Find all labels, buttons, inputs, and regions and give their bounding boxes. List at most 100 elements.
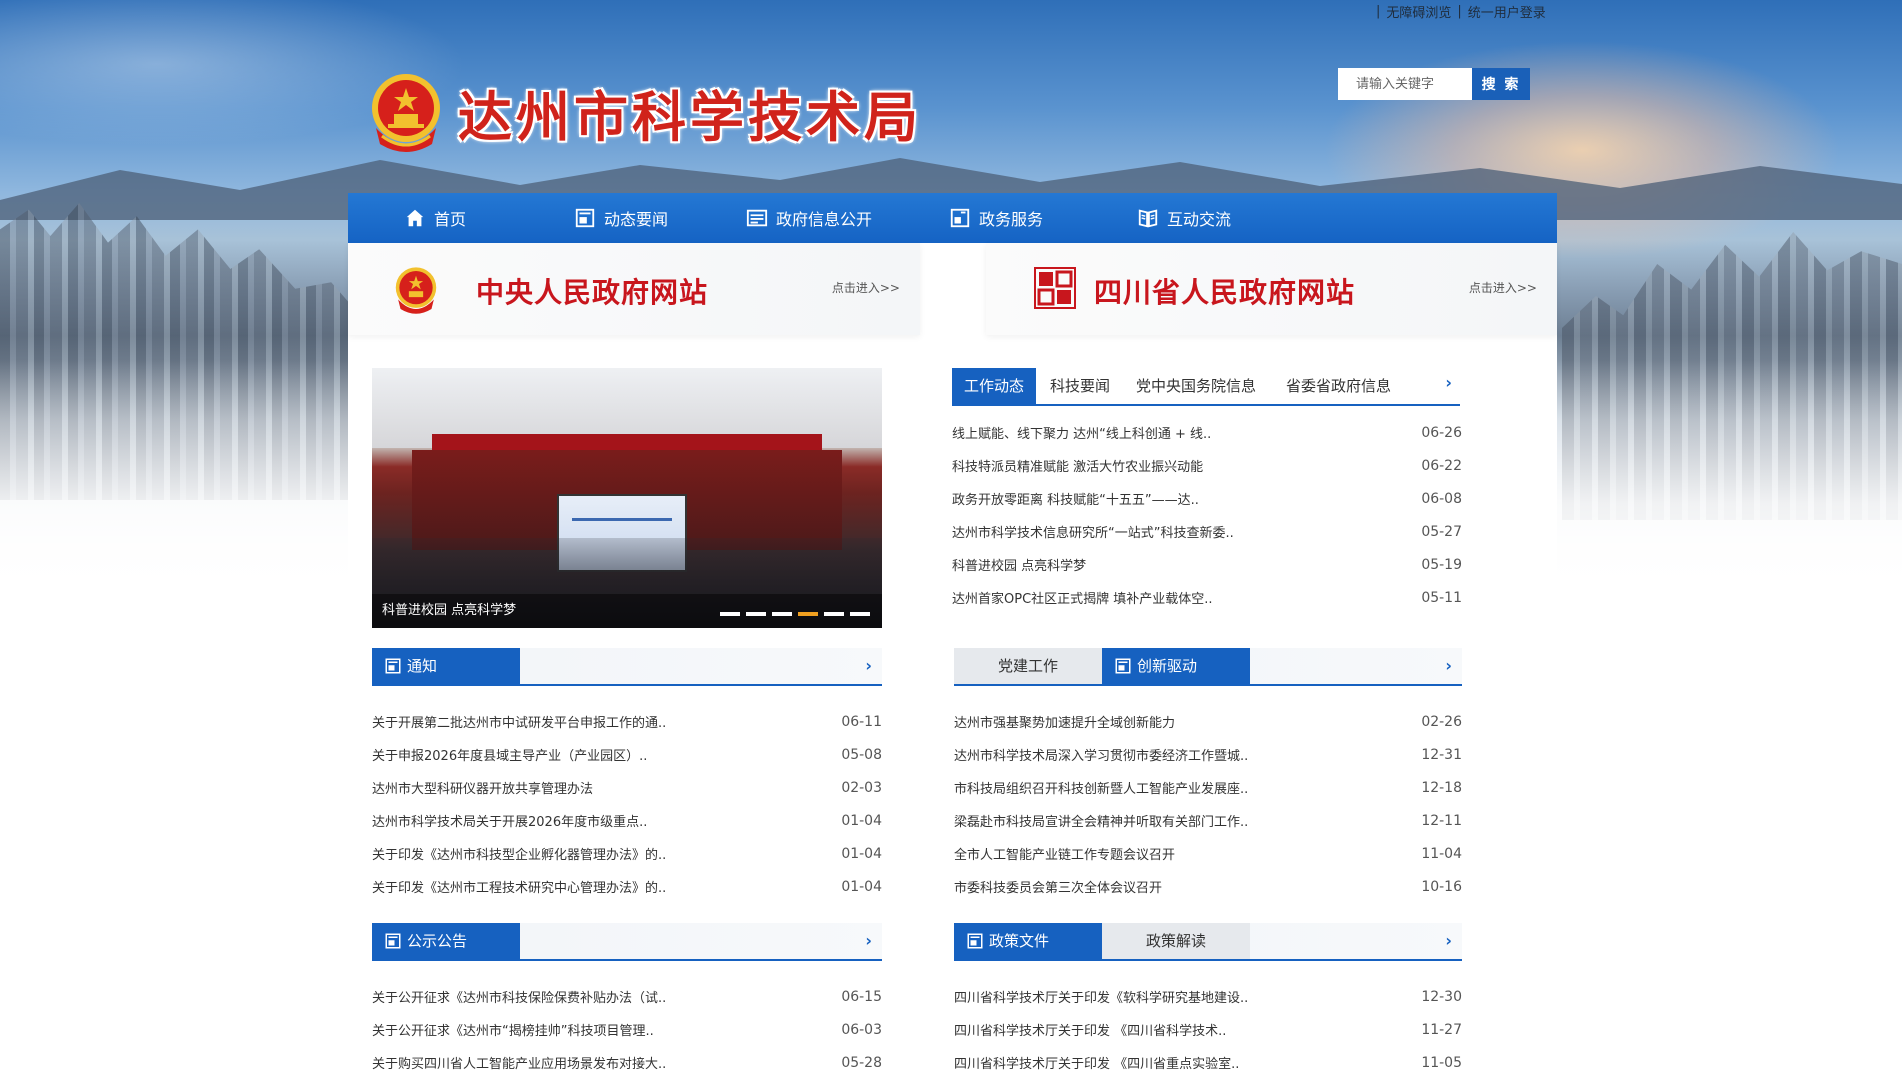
tab-work-dynamics[interactable]: 工作动态 <box>952 368 1037 404</box>
policy-list: 四川省科学技术厅关于印发《软科学研究基地建设.. 12-30 四川省科学技术厅关于印… <box>954 980 1462 1079</box>
list-item-date: 11-04 <box>1421 845 1462 862</box>
chevron-right-icon[interactable]: › <box>1445 931 1452 950</box>
list-item-title[interactable]: 达州首家OPC社区正式揭牌 填补产业载体空.. <box>952 588 1213 607</box>
login-link[interactable]: 统一用户登录 <box>1468 2 1546 21</box>
list-item[interactable]: 达州首家OPC社区正式揭牌 填补产业载体空.. 05-11 <box>952 581 1462 614</box>
list-item-date: 01-04 <box>841 878 882 895</box>
list-item-title[interactable]: 关于公开征求《达州市科技保险保费补贴办法（试.. <box>372 987 666 1006</box>
list-item[interactable]: 线上赋能、线下聚力 达州“线上科创通 + 线.. 06-26 <box>952 416 1462 449</box>
list-item[interactable]: 全市人工智能产业链工作专题会议召开 11-04 <box>954 837 1462 870</box>
list-item-title[interactable]: 全市人工智能产业链工作专题会议召开 <box>954 844 1175 863</box>
nav-item-info-disclosure[interactable]: 政府信息公开 <box>746 193 949 243</box>
search-input[interactable] <box>1338 68 1472 100</box>
tab-notice[interactable]: 通知 <box>372 648 520 684</box>
tab-policy-interpretation-label: 政策解读 <box>1145 932 1206 950</box>
list-item-title[interactable]: 科技特派员精准赋能 激活大竹农业振兴动能 <box>952 456 1203 475</box>
list-item-title[interactable]: 关于公开征求《达州市“揭榜挂帅”科技项目管理.. <box>372 1020 654 1039</box>
list-item-date: 05-19 <box>1421 556 1462 573</box>
list-item[interactable]: 科技特派员精准赋能 激活大竹农业振兴动能 06-22 <box>952 449 1462 482</box>
accessibility-link[interactable]: 无障碍浏览 <box>1386 2 1451 21</box>
list-item-title[interactable]: 达州市强基聚势加速提升全域创新能力 <box>954 712 1175 731</box>
tab-tech-news[interactable]: 科技要闻 <box>1038 368 1122 404</box>
list-item-title[interactable]: 达州市大型科研仪器开放共享管理办法 <box>372 778 593 797</box>
slide-dot[interactable] <box>850 612 870 616</box>
list-item[interactable]: 达州市大型科研仪器开放共享管理办法 02-03 <box>372 771 882 804</box>
list-item[interactable]: 梁磊赴市科技局宣讲全会精神并听取有关部门工作.. 12-11 <box>954 804 1462 837</box>
site-logo[interactable]: 达州市科学技术局 <box>368 70 922 154</box>
tab-party-building[interactable]: 党建工作 <box>954 648 1102 684</box>
tab-central-info[interactable]: 党中央国务院信息 <box>1124 368 1268 404</box>
list-item-title[interactable]: 达州市科学技术局关于开展2026年度市级重点.. <box>372 811 647 830</box>
nav-item-news[interactable]: 动态要闻 <box>574 193 746 243</box>
list-item-date: 05-27 <box>1421 523 1462 540</box>
list-item-date: 06-26 <box>1421 424 1462 441</box>
slide-dot[interactable] <box>746 612 766 616</box>
news-icon <box>575 208 595 228</box>
list-item-title[interactable]: 政务开放零距离 科技赋能“十五五”——达.. <box>952 489 1199 508</box>
nav-item-home[interactable]: 首页 <box>404 193 574 243</box>
sichuan-gov-title: 四川省人民政府网站 <box>1094 276 1356 309</box>
list-item-title[interactable]: 线上赋能、线下聚力 达州“线上科创通 + 线.. <box>952 423 1211 442</box>
photo-slideshow[interactable]: 科普进校园 点亮科学梦 <box>372 368 882 628</box>
list-item[interactable]: 关于公开征求《达州市科技保险保费补贴办法（试.. 06-15 <box>372 980 882 1013</box>
tab-party-building-label: 党建工作 <box>997 657 1058 675</box>
slide-dot[interactable] <box>798 612 818 616</box>
nav-label: 互动交流 <box>1167 210 1232 229</box>
list-item-title[interactable]: 关于购买四川省人工智能产业应用场景发布对接大.. <box>372 1053 666 1072</box>
list-item[interactable]: 四川省科学技术厅关于印发《软科学研究基地建设.. 12-30 <box>954 980 1462 1013</box>
list-item-title[interactable]: 达州市科学技术局深入学习贯彻市委经济工作暨城.. <box>954 745 1248 764</box>
list-item-title[interactable]: 四川省科学技术厅关于印发 《四川省科学技术.. <box>954 1020 1226 1039</box>
list-item-date: 06-03 <box>841 1021 882 1038</box>
enter-link[interactable]: 点击进入>> <box>832 279 900 296</box>
list-item[interactable]: 四川省科学技术厅关于印发 《四川省重点实验室.. 11-05 <box>954 1046 1462 1079</box>
list-item-title[interactable]: 科普进校园 点亮科学梦 <box>952 555 1086 574</box>
list-item-title[interactable]: 市科技局组织召开科技创新暨人工智能产业发展座.. <box>954 778 1248 797</box>
nav-label: 政务服务 <box>979 210 1044 229</box>
slide-dot[interactable] <box>720 612 740 616</box>
chevron-right-icon[interactable]: › <box>1445 656 1452 675</box>
list-item[interactable]: 达州市强基聚势加速提升全域创新能力 02-26 <box>954 705 1462 738</box>
list-item[interactable]: 四川省科学技术厅关于印发 《四川省科学技术.. 11-27 <box>954 1013 1462 1046</box>
list-item-title[interactable]: 梁磊赴市科技局宣讲全会精神并听取有关部门工作.. <box>954 811 1248 830</box>
tab-innovation[interactable]: 创新驱动 <box>1102 648 1250 684</box>
chevron-right-icon[interactable]: › <box>1445 373 1452 392</box>
list-item-title[interactable]: 关于印发《达州市科技型企业孵化器管理办法》的.. <box>372 844 666 863</box>
innovation-header: 党建工作 创新驱动 › <box>954 648 1462 686</box>
tab-announcement[interactable]: 公示公告 <box>372 923 520 959</box>
list-item[interactable]: 关于公开征求《达州市“揭榜挂帅”科技项目管理.. 06-03 <box>372 1013 882 1046</box>
slide-dot[interactable] <box>772 612 792 616</box>
list-item[interactable]: 关于申报2026年度县域主导产业（产业园区）.. 05-08 <box>372 738 882 771</box>
tab-policy-interpretation[interactable]: 政策解读 <box>1102 923 1250 959</box>
list-item-title[interactable]: 四川省科学技术厅关于印发《软科学研究基地建设.. <box>954 987 1248 1006</box>
list-item[interactable]: 达州市科学技术局深入学习贯彻市委经济工作暨城.. 12-31 <box>954 738 1462 771</box>
list-item[interactable]: 关于印发《达州市科技型企业孵化器管理办法》的.. 01-04 <box>372 837 882 870</box>
book-icon <box>1138 209 1158 228</box>
slide-dot[interactable] <box>824 612 844 616</box>
tab-policy-documents[interactable]: 政策文件 <box>954 923 1102 959</box>
nav-item-interaction[interactable]: 互动交流 <box>1137 193 1297 243</box>
list-item-title[interactable]: 四川省科学技术厅关于印发 《四川省重点实验室.. <box>954 1053 1239 1072</box>
sichuan-gov-link[interactable]: 四川省人民政府网站 点击进入>> <box>986 243 1557 335</box>
tab-provincial-info[interactable]: 省委省政府信息 <box>1274 368 1403 404</box>
search-button[interactable]: 搜 索 <box>1472 68 1530 100</box>
list-item-title[interactable]: 关于申报2026年度县域主导产业（产业园区）.. <box>372 745 647 764</box>
list-item-title[interactable]: 关于印发《达州市工程技术研究中心管理办法》的.. <box>372 877 666 896</box>
list-item[interactable]: 市科技局组织召开科技创新暨人工智能产业发展座.. 12-18 <box>954 771 1462 804</box>
list-item-title[interactable]: 达州市科学技术信息研究所“一站式”科技查新委.. <box>952 522 1234 541</box>
enter-link[interactable]: 点击进入>> <box>1469 279 1537 296</box>
list-item[interactable]: 政务开放零距离 科技赋能“十五五”——达.. 06-08 <box>952 482 1462 515</box>
list-item[interactable]: 达州市科学技术局关于开展2026年度市级重点.. 01-04 <box>372 804 882 837</box>
list-item-title[interactable]: 市委科技委员会第三次全体会议召开 <box>954 877 1162 896</box>
list-item[interactable]: 市委科技委员会第三次全体会议召开 10-16 <box>954 870 1462 903</box>
list-item[interactable]: 科普进校园 点亮科学梦 05-19 <box>952 548 1462 581</box>
list-item[interactable]: 关于购买四川省人工智能产业应用场景发布对接大.. 05-28 <box>372 1046 882 1079</box>
tab-notice-label: 通知 <box>407 657 438 675</box>
chevron-right-icon[interactable]: › <box>865 931 872 950</box>
chevron-right-icon[interactable]: › <box>865 656 872 675</box>
central-gov-link[interactable]: 中央人民政府网站 点击进入>> <box>348 243 920 335</box>
list-item[interactable]: 关于开展第二批达州市中试研发平台申报工作的通.. 06-11 <box>372 705 882 738</box>
list-item-title[interactable]: 关于开展第二批达州市中试研发平台申报工作的通.. <box>372 712 666 731</box>
nav-item-services[interactable]: 政务服务 <box>949 193 1137 243</box>
list-item[interactable]: 关于印发《达州市工程技术研究中心管理办法》的.. 01-04 <box>372 870 882 903</box>
list-item[interactable]: 达州市科学技术信息研究所“一站式”科技查新委.. 05-27 <box>952 515 1462 548</box>
